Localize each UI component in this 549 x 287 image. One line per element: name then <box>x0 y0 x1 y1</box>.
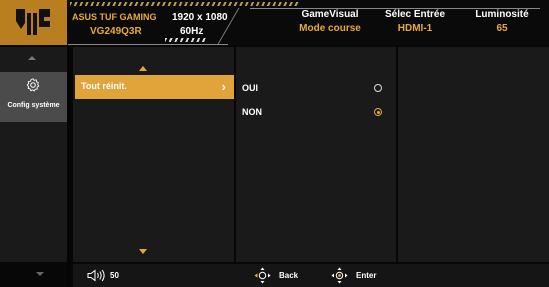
option-label: NON <box>242 107 262 117</box>
bottom-status-bar: 50 Back Enter <box>73 264 549 287</box>
submenu-item-label: Tout réinit. <box>81 81 127 91</box>
option-label: OUI <box>242 83 259 93</box>
options-panel: OUI NON <box>236 47 396 262</box>
radio-unchecked-icon[interactable] <box>374 84 382 92</box>
gamevisual-status: GameVisual Mode course <box>290 9 370 34</box>
input-value: HDMI-1 <box>397 23 433 34</box>
enter-label: Enter <box>356 271 377 280</box>
speaker-icon <box>87 269 105 282</box>
joystick-enter-icon[interactable] <box>331 267 348 284</box>
menu-item-label: Config système <box>7 102 60 109</box>
header-divider-line <box>68 44 228 45</box>
brightness-value: 65 <box>496 23 508 34</box>
menu-item-system-setup[interactable]: Config système <box>0 72 67 122</box>
gamevisual-value: Mode course <box>299 23 361 34</box>
resolution-value: 1920 x 1080 <box>172 12 228 23</box>
decor-stripe-top <box>70 2 300 6</box>
model-number: VG249Q3R <box>90 26 142 37</box>
column-divider <box>67 47 71 287</box>
refresh-rate-value: 60Hz <box>180 26 204 37</box>
submenu-item-reset[interactable]: Tout réinit. › <box>75 75 234 99</box>
option-non[interactable]: NON <box>242 105 392 121</box>
header-bar: ASUS TUF GAMING VG249Q3R 1920 x 1080 60H… <box>0 0 549 45</box>
detail-panel <box>398 47 549 262</box>
volume-value: 50 <box>110 271 119 280</box>
joystick-back-icon[interactable] <box>254 267 271 284</box>
scroll-down-icon[interactable] <box>36 272 44 276</box>
brightness-label: Luminosité <box>475 9 529 20</box>
submenu-scroll-up-icon[interactable] <box>139 66 147 71</box>
brightness-status: Luminosité 65 <box>462 9 542 34</box>
gamevisual-label: GameVisual <box>301 9 359 20</box>
back-label: Back <box>279 271 299 280</box>
gear-icon <box>26 78 40 92</box>
main-menu-column: Config système <box>0 47 67 262</box>
radio-checked-icon[interactable] <box>374 108 382 116</box>
scroll-up-icon[interactable] <box>28 56 36 60</box>
chevron-right-icon: › <box>221 79 226 94</box>
tuf-logo <box>0 0 67 45</box>
osd-menu: ASUS TUF GAMING VG249Q3R 1920 x 1080 60H… <box>0 0 549 287</box>
tuf-logo-icon <box>16 9 50 35</box>
decor-stripe-bottom <box>165 38 207 42</box>
input-label: Sélec Entrée <box>384 9 446 20</box>
submenu-scroll-down-icon[interactable] <box>139 249 147 254</box>
input-status: Sélec Entrée HDMI-1 <box>375 9 455 34</box>
model-series: ASUS TUF GAMING <box>72 12 157 22</box>
option-oui[interactable]: OUI <box>242 81 392 97</box>
submenu-panel: Tout réinit. › <box>73 47 234 262</box>
